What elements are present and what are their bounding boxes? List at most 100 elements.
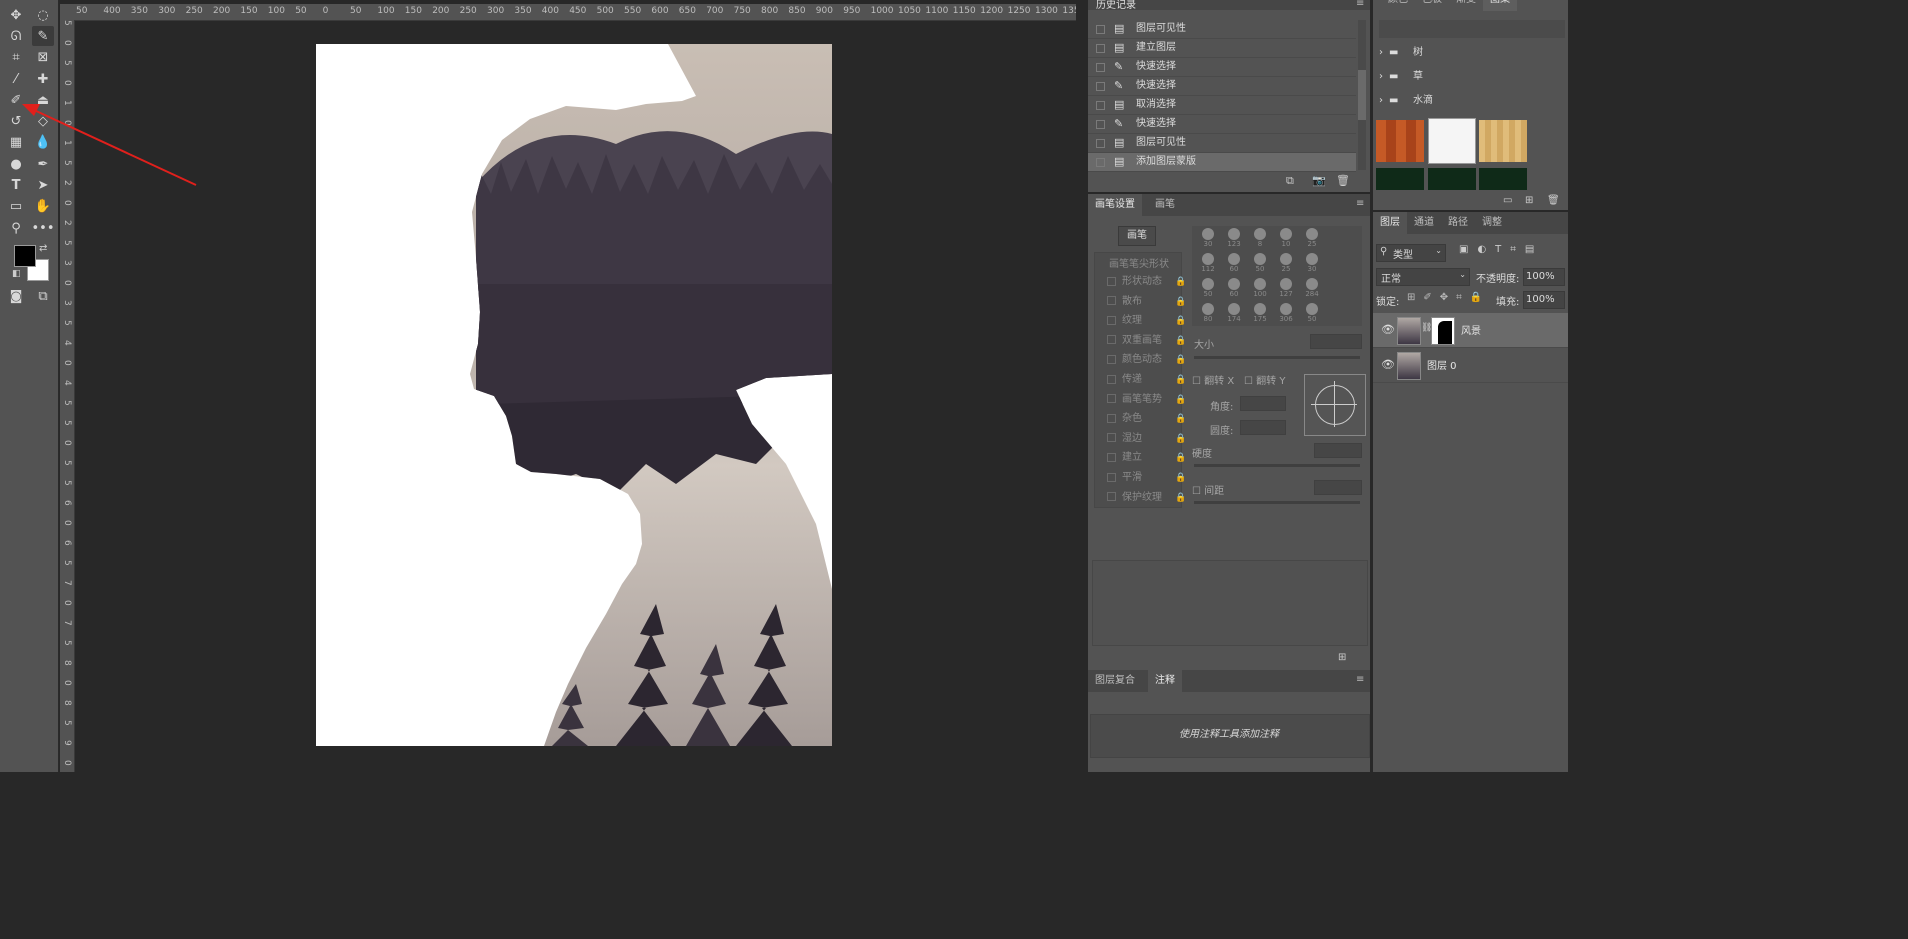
eye-visibility-icon[interactable]: 👁	[1381, 323, 1395, 336]
flip-x-checkbox[interactable]: ☐ 翻转 X	[1192, 372, 1234, 387]
roundness-field[interactable]	[1240, 420, 1286, 435]
lock-icon[interactable]: 🔒	[1175, 449, 1186, 467]
brush-tip-preset[interactable]: 60	[1222, 278, 1246, 302]
brush-tip-preset[interactable]: 30	[1300, 253, 1324, 277]
brush-tip-shape-item[interactable]: 画笔笔尖形状	[1109, 255, 1169, 270]
foreground-color-swatch-front[interactable]	[14, 245, 36, 267]
panel-menu-icon[interactable]: ≡	[1356, 674, 1364, 685]
pattern-wood-orange[interactable]	[1376, 120, 1424, 162]
pattern-group[interactable]: › ▬ 草	[1373, 68, 1568, 86]
size-field[interactable]	[1310, 334, 1362, 349]
brush-tip-preset[interactable]: 123	[1222, 228, 1246, 252]
pattern-wood-light[interactable]	[1479, 120, 1527, 162]
brush-option-checkbox[interactable]	[1107, 354, 1116, 364]
layer-row[interactable]: 👁 ⛓ 风景	[1373, 313, 1568, 348]
history-item[interactable]: ▤ 取消选择	[1088, 96, 1356, 115]
brush-option-checkbox[interactable]	[1107, 433, 1116, 443]
marquee-tool-icon[interactable]: ◌	[32, 5, 54, 25]
rectangle-tool-icon[interactable]: ▭	[5, 196, 27, 216]
pattern-group[interactable]: › ▬ 水滴	[1373, 92, 1568, 110]
panel-menu-icon[interactable]: ≡	[1356, 198, 1364, 209]
layer-filter-icons[interactable]: ▣◐T⌗▤	[1459, 244, 1543, 255]
brush-angle-preview[interactable]	[1304, 374, 1366, 436]
lock-icon[interactable]: 🔒	[1175, 430, 1186, 448]
new-pattern-icon[interactable]: ⊞	[1525, 195, 1533, 206]
history-source-checkbox[interactable]	[1096, 101, 1105, 110]
brush-option-checkbox[interactable]	[1107, 413, 1116, 423]
history-item[interactable]: ▤ 图层可见性	[1088, 20, 1356, 39]
history-source-checkbox[interactable]	[1096, 82, 1105, 91]
pattern-group[interactable]: › ▬ 树	[1373, 44, 1568, 62]
screen-mode-icon[interactable]: ⧉	[32, 286, 54, 306]
brush-tip-preset[interactable]: 25	[1300, 228, 1324, 252]
brush-option-item[interactable]: 杂色 🔒	[1099, 410, 1186, 428]
clone-stamp-tool-icon[interactable]: ⏏	[32, 90, 54, 110]
eraser-tool-icon[interactable]: ◇	[32, 111, 54, 131]
blend-mode-select[interactable]: 正常 ⌄	[1376, 268, 1470, 286]
move-tool-icon[interactable]: ✥	[5, 5, 27, 25]
brush-option-item[interactable]: 保护纹理 🔒	[1099, 489, 1186, 507]
brush-tip-preset[interactable]: 30	[1196, 228, 1220, 252]
pattern-grass-3[interactable]	[1479, 168, 1527, 190]
crop-tool-icon[interactable]: ⌗	[5, 47, 27, 67]
pattern-grass-1[interactable]	[1376, 168, 1424, 190]
brush-tip-preset[interactable]: 112	[1196, 253, 1220, 277]
brush-option-checkbox[interactable]	[1107, 374, 1116, 384]
spacing-checkbox[interactable]: ☐ 间距	[1192, 482, 1224, 497]
lock-icon[interactable]: 🔒	[1175, 371, 1186, 389]
lasso-tool-icon[interactable]: ᘏ	[5, 26, 27, 46]
brush-option-item[interactable]: 画笔笔势 🔒	[1099, 391, 1186, 409]
lock-icon[interactable]: 🔒	[1175, 351, 1186, 369]
angle-field[interactable]	[1240, 396, 1286, 411]
history-item[interactable]: ✎ 快速选择	[1088, 58, 1356, 77]
zoom-tool-icon[interactable]: ⚲	[5, 218, 27, 238]
quick-selection-tool-icon[interactable]: ✎	[32, 26, 54, 46]
lock-icon[interactable]: 🔒	[1175, 391, 1186, 409]
tab-adjustments[interactable]: 调整	[1475, 212, 1509, 234]
layer-mask-thumbnail[interactable]	[1431, 317, 1455, 345]
eye-visibility-icon[interactable]: 👁	[1381, 358, 1395, 371]
brush-option-item[interactable]: 传递 🔒	[1099, 371, 1186, 389]
frame-tool-icon[interactable]: ⊠	[32, 47, 54, 67]
lock-icon[interactable]: 🔒	[1175, 273, 1186, 291]
layer-row[interactable]: 👁 图层 0	[1373, 348, 1568, 383]
brush-tip-preset[interactable]: 284	[1300, 278, 1324, 302]
brush-option-item[interactable]: 颜色动态 🔒	[1099, 351, 1186, 369]
brush-option-checkbox[interactable]	[1107, 276, 1116, 286]
brush-tip-preset[interactable]: 100	[1248, 278, 1272, 302]
brush-tool-icon[interactable]: ✐	[5, 90, 27, 110]
brush-option-checkbox[interactable]	[1107, 394, 1116, 404]
hardness-slider[interactable]	[1194, 464, 1360, 467]
brush-option-checkbox[interactable]	[1107, 315, 1116, 325]
brush-option-item[interactable]: 平滑 🔒	[1099, 469, 1186, 487]
brush-tip-preset[interactable]: 174	[1222, 303, 1246, 327]
brush-option-checkbox[interactable]	[1107, 296, 1116, 306]
history-item[interactable]: ✎ 快速选择	[1088, 115, 1356, 134]
brush-option-checkbox[interactable]	[1107, 492, 1116, 502]
delete-pattern-icon[interactable]: 🗑	[1547, 195, 1560, 206]
tab-paths[interactable]: 路径	[1441, 212, 1475, 234]
brush-option-item[interactable]: 双重画笔 🔒	[1099, 332, 1186, 350]
brush-tip-preset[interactable]: 60	[1222, 253, 1246, 277]
lock-icon[interactable]: 🔒	[1175, 469, 1186, 487]
pattern-grass-2[interactable]	[1428, 168, 1476, 190]
brush-tip-preset[interactable]: 10	[1274, 228, 1298, 252]
pen-tool-icon[interactable]: ✒	[32, 154, 54, 174]
path-selection-tool-icon[interactable]: ➤	[32, 175, 54, 195]
history-scrollbar[interactable]	[1358, 20, 1366, 170]
history-item[interactable]: ▤ 建立图层	[1088, 39, 1356, 58]
swap-colors-icon[interactable]: ⇄	[39, 243, 47, 254]
brush-tip-preset[interactable]: 127	[1274, 278, 1298, 302]
history-brush-tool-icon[interactable]: ↺	[5, 111, 27, 131]
history-source-checkbox[interactable]	[1096, 63, 1105, 72]
opacity-field[interactable]: 100%	[1523, 268, 1565, 286]
panel-menu-icon[interactable]: ≡	[1356, 0, 1364, 9]
brush-tip-preset[interactable]: 25	[1274, 253, 1298, 277]
lock-icon[interactable]: 🔒	[1175, 410, 1186, 428]
history-item[interactable]: ✎ 快速选择	[1088, 77, 1356, 96]
brush-option-item[interactable]: 纹理 🔒	[1099, 312, 1186, 330]
new-group-icon[interactable]: ▭	[1503, 195, 1512, 206]
brush-tip-preset[interactable]: 80	[1196, 303, 1220, 327]
brush-presets-button[interactable]: 画笔	[1118, 226, 1156, 246]
quick-mask-icon[interactable]: ◙	[5, 286, 27, 306]
